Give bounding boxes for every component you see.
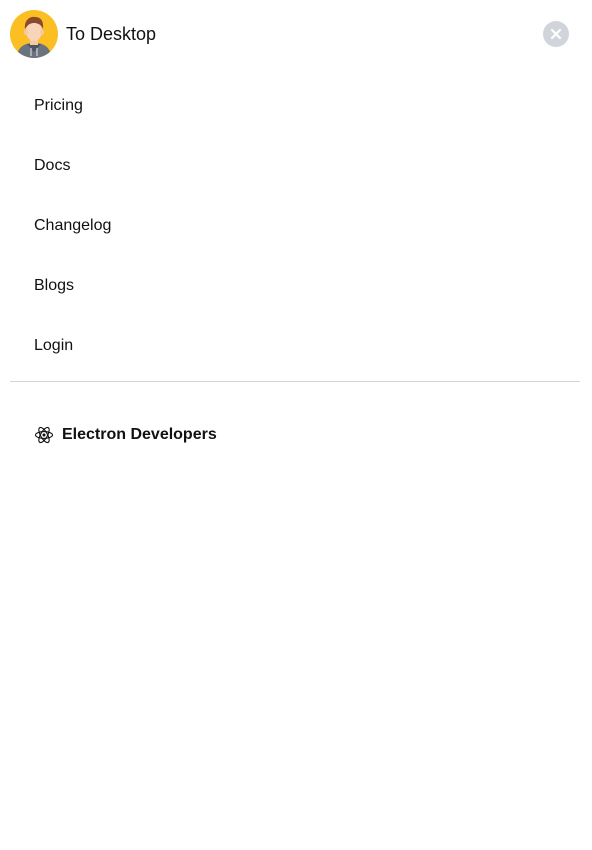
close-icon — [550, 28, 562, 40]
mobile-menu: To Desktop Pricing Docs Changelog Blogs … — [0, 0, 592, 850]
nav-item-docs[interactable]: Docs — [0, 136, 592, 196]
nav-item-pricing[interactable]: Pricing — [0, 76, 592, 136]
nav-item-changelog[interactable]: Changelog — [0, 196, 592, 256]
nav-menu: Pricing Docs Changelog Blogs Login — [0, 76, 592, 376]
close-button[interactable] — [543, 21, 569, 47]
menu-header: To Desktop — [0, 0, 592, 68]
menu-divider — [10, 381, 580, 382]
electron-developers-link[interactable]: Electron Developers — [34, 424, 217, 446]
electron-developers-label: Electron Developers — [62, 426, 217, 443]
nav-item-login[interactable]: Login — [0, 316, 592, 376]
nav-item-blogs[interactable]: Blogs — [0, 256, 592, 316]
avatar-icon[interactable] — [10, 10, 58, 58]
brand-link[interactable]: To Desktop — [66, 22, 156, 46]
electron-icon — [34, 425, 54, 445]
